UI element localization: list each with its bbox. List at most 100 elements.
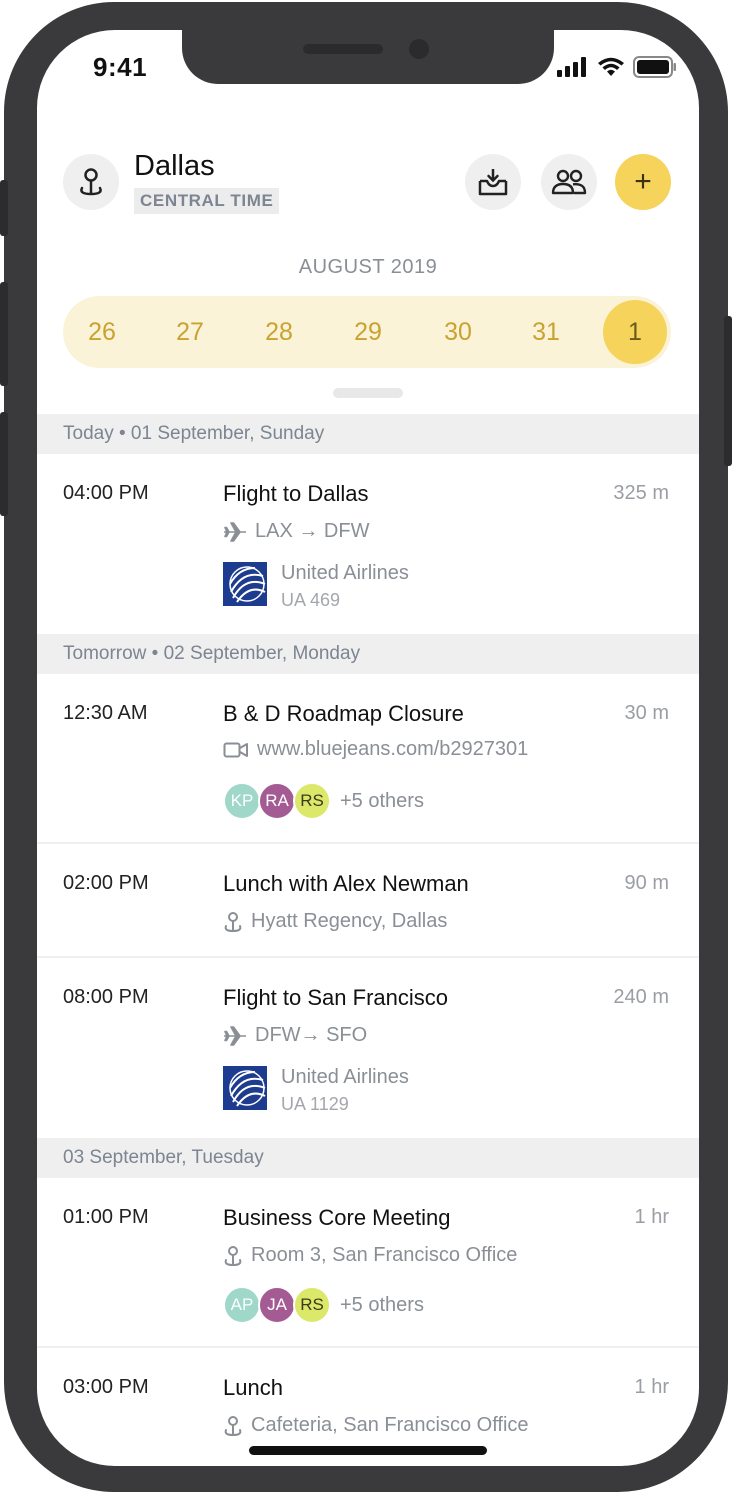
event-title: B & D Roadmap Closure [223, 701, 464, 726]
attendee-avatars[interactable]: KP RA RS +5 others [223, 782, 424, 820]
date-29[interactable]: 29 [334, 296, 402, 368]
avatar: RS [293, 782, 331, 820]
notch [182, 30, 554, 84]
side-button-silent [0, 180, 8, 236]
section-header-tomorrow: Tomorrow • 02 September, Monday [37, 634, 699, 674]
event-roadmap-closure[interactable]: 12:30 AM B & D Roadmap Closure 30 m www.… [37, 701, 699, 842]
event-business-core-meeting[interactable]: 01:00 PM Business Core Meeting 1 hr Room… [37, 1205, 699, 1346]
event-flight-to-dallas[interactable]: 04:00 PM Flight to Dallas 325 m LAX → DF… [37, 481, 699, 632]
date-28[interactable]: 28 [245, 296, 313, 368]
event-duration: 325 m [613, 482, 669, 504]
location-button[interactable] [63, 154, 119, 210]
people-icon [551, 169, 587, 195]
divider [37, 956, 699, 958]
side-button-volume-up [0, 282, 8, 386]
event-duration: 1 hr [634, 1206, 669, 1228]
wifi-icon [598, 57, 624, 76]
location-text: Hyatt Regency, Dallas [251, 910, 448, 932]
airline-name: United Airlines [281, 562, 409, 584]
location-pin-icon [224, 911, 242, 932]
event-flight-to-sf[interactable]: 08:00 PM Flight to San Francisco 240 m D… [37, 985, 699, 1136]
flight-route: LAX → DFW [223, 520, 369, 543]
avatar: JA [258, 1286, 296, 1324]
event-time: 02:00 PM [63, 872, 149, 894]
event-duration: 90 m [624, 872, 669, 894]
meeting-link-text: www.bluejeans.com/b2927301 [257, 738, 529, 760]
event-title: Flight to Dallas [223, 481, 369, 506]
date-30[interactable]: 30 [424, 296, 492, 368]
plus-icon: + [634, 165, 652, 198]
timezone-badge: CENTRAL TIME [134, 188, 280, 214]
month-label: AUGUST 2019 [298, 256, 438, 278]
event-location: Cafeteria, San Francisco Office [223, 1414, 529, 1437]
header: Dallas CENTRAL TIME + [37, 150, 699, 220]
front-camera [409, 39, 429, 59]
event-time: 12:30 AM [63, 702, 148, 724]
screen: 9:41 Dallas CENTRAL TIME + AUGUST 2019 2… [37, 30, 699, 1466]
side-button-power [724, 316, 732, 466]
inbox-button[interactable] [465, 154, 521, 210]
event-duration: 1 hr [634, 1376, 669, 1398]
location-text: Room 3, San Francisco Office [251, 1244, 518, 1266]
event-title: Flight to San Francisco [223, 985, 448, 1010]
people-button[interactable] [541, 154, 597, 210]
avatar: RA [258, 782, 296, 820]
united-logo-icon [223, 1066, 267, 1110]
phone-frame: 9:41 Dallas CENTRAL TIME + AUGUST 2019 2… [0, 2, 732, 1492]
section-header-tuesday: 03 September, Tuesday [37, 1138, 699, 1178]
united-logo-icon [223, 562, 267, 606]
event-title: Business Core Meeting [223, 1205, 451, 1230]
status-time: 9:41 [93, 52, 148, 82]
location-pin-icon [224, 1245, 242, 1266]
airline-name: United Airlines [281, 1066, 409, 1088]
divider [37, 1346, 699, 1348]
date-26[interactable]: 26 [68, 296, 136, 368]
avatar: KP [223, 782, 261, 820]
event-title: Lunch with Alex Newman [223, 871, 469, 896]
event-time: 08:00 PM [63, 986, 149, 1008]
event-location: Room 3, San Francisco Office [223, 1244, 517, 1267]
flight-number: UA 1129 [281, 1094, 349, 1114]
battery-icon [633, 56, 676, 78]
divider [37, 842, 699, 844]
airplane-icon [224, 1025, 246, 1046]
event-location: Hyatt Regency, Dallas [223, 910, 447, 933]
route-text: DFW→ SFO [255, 1024, 368, 1046]
event-time: 01:00 PM [63, 1206, 149, 1228]
event-lunch[interactable]: 03:00 PM Lunch 1 hr Cafeteria, San Franc… [37, 1375, 699, 1456]
others-count: +5 others [340, 789, 424, 812]
location-text: Cafeteria, San Francisco Office [251, 1414, 529, 1436]
event-time: 04:00 PM [63, 482, 149, 504]
meeting-link[interactable]: www.bluejeans.com/b2927301 [223, 738, 528, 761]
video-camera-icon [223, 742, 248, 757]
avatar: AP [223, 1286, 261, 1324]
date-27[interactable]: 27 [156, 296, 224, 368]
add-event-button[interactable]: + [615, 154, 671, 210]
flight-route: DFW→ SFO [223, 1024, 367, 1047]
date-31[interactable]: 31 [512, 296, 580, 368]
side-button-volume-down [0, 412, 8, 516]
attendee-avatars[interactable]: AP JA RS +5 others [223, 1286, 424, 1324]
speaker [303, 44, 383, 54]
avatar: RS [293, 1286, 331, 1324]
event-lunch-alex[interactable]: 02:00 PM Lunch with Alex Newman 90 m Hya… [37, 871, 699, 952]
location-pin-icon [224, 1415, 242, 1436]
city-name: Dallas [134, 150, 215, 182]
event-time: 03:00 PM [63, 1376, 149, 1398]
location-pin-icon [80, 168, 102, 196]
event-duration: 30 m [624, 702, 669, 724]
signal-icon [557, 57, 586, 77]
date-1-selected[interactable]: 1 [603, 300, 667, 364]
flight-number: UA 469 [281, 590, 341, 610]
inbox-download-icon [478, 169, 508, 196]
home-indicator[interactable] [249, 1446, 487, 1455]
airplane-icon [224, 521, 246, 542]
others-count: +5 others [340, 1293, 424, 1316]
drag-handle[interactable] [333, 388, 403, 398]
date-strip: 26 27 28 29 30 31 1 [63, 296, 671, 368]
section-header-today: Today • 01 September, Sunday [37, 414, 699, 454]
status-icons [557, 56, 677, 78]
event-duration: 240 m [613, 986, 669, 1008]
route-text: LAX → DFW [255, 520, 370, 542]
event-title: Lunch [223, 1375, 283, 1400]
